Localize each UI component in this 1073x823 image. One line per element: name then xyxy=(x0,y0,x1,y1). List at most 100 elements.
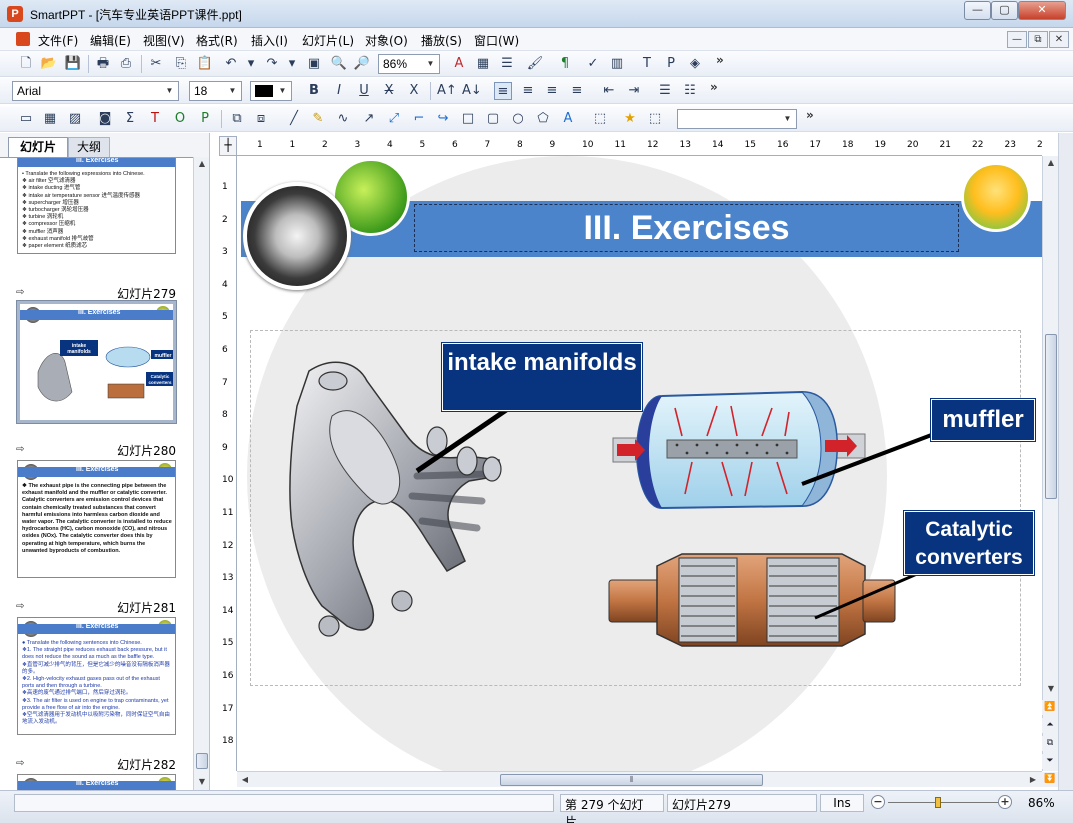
zoom-slider-knob[interactable] xyxy=(934,797,941,808)
more-chevron-icon[interactable]: » xyxy=(806,108,814,122)
print-icon[interactable]: 🖶 xyxy=(94,55,112,73)
font-name-combo[interactable]: Arial ▼ xyxy=(12,81,179,101)
menu-view[interactable]: 视图(V) xyxy=(143,32,185,49)
slide-thumbnail[interactable]: III. Exercises ● Translate the following… xyxy=(17,617,176,735)
transition-icon[interactable]: ⇨ xyxy=(16,601,24,612)
autoshape-icon[interactable]: ⬠ xyxy=(534,110,552,128)
scroll-down-icon[interactable]: ▼ xyxy=(1044,682,1058,696)
paragraph-mark-icon[interactable]: ¶ xyxy=(556,55,574,73)
mdi-restore-button[interactable]: ⧉ xyxy=(1028,31,1048,48)
chart-icon[interactable]: ▥ xyxy=(608,55,626,73)
elbow-connector-icon[interactable]: ⌐ xyxy=(410,110,428,128)
redo-icon[interactable]: ↷ xyxy=(263,55,281,73)
zoom-combo[interactable]: 86% ▼ xyxy=(378,54,440,74)
next-slide-icon[interactable]: ⏷ xyxy=(1042,754,1058,769)
previous-slide-icon[interactable]: ⏶ xyxy=(1042,718,1058,733)
picture-placeholder-icon[interactable]: P xyxy=(196,110,214,128)
star-effect-icon[interactable]: ★ xyxy=(621,110,639,128)
clear-format-icon[interactable]: X xyxy=(405,82,423,100)
save-icon[interactable]: 💾 xyxy=(64,55,82,73)
scrollbar-thumb[interactable] xyxy=(1045,334,1057,499)
menu-file[interactable]: 文件(F) xyxy=(38,32,78,49)
decrease-font-icon[interactable]: A↓ xyxy=(462,82,482,100)
outline-placeholder-icon[interactable]: O xyxy=(171,110,189,128)
chevron-down-icon[interactable]: ▼ xyxy=(424,57,437,71)
object-icon[interactable]: ◈ xyxy=(686,55,704,73)
mdi-minimize-button[interactable]: — xyxy=(1007,31,1027,48)
thumbnail-scrollbar[interactable]: ▲ ▼ xyxy=(193,157,209,790)
paste-icon[interactable]: 📋 xyxy=(196,55,214,73)
slide-thumbnail[interactable]: III. Exercises ❖ The exhaust pipe is the… xyxy=(17,460,176,578)
open-folder-icon[interactable]: 📂 xyxy=(40,55,58,73)
minimize-button[interactable]: — xyxy=(964,1,991,20)
status-insert-mode[interactable]: Ins xyxy=(820,794,864,812)
menu-play[interactable]: 播放(S) xyxy=(421,32,462,49)
transition-icon[interactable]: ⇨ xyxy=(16,287,24,298)
more-chevron-icon[interactable]: » xyxy=(716,53,724,67)
table-frame-icon[interactable]: ▦ xyxy=(41,110,59,128)
slide-thumbnail-selected[interactable]: III. Exercises intake manifolds muffler … xyxy=(16,300,177,424)
italic-icon[interactable]: I xyxy=(330,82,348,100)
chevron-down-icon[interactable]: ▼ xyxy=(781,112,794,126)
align-left-icon[interactable]: ≡ xyxy=(494,82,512,100)
spell-check-icon[interactable]: ✓ xyxy=(584,55,602,73)
first-slide-icon[interactable]: ⏫ xyxy=(1042,700,1058,715)
zoom-page-icon[interactable]: 🔍 xyxy=(330,55,348,73)
select-tool-icon[interactable]: ⬚ xyxy=(591,110,609,128)
tab-slides[interactable]: 幻灯片 xyxy=(8,137,68,157)
chevron-down-icon[interactable]: ▼ xyxy=(276,84,289,98)
scroll-up-icon[interactable]: ▲ xyxy=(1044,156,1058,170)
menu-insert[interactable]: 插入(I) xyxy=(251,32,288,49)
slide-vertical-scrollbar[interactable]: ▲ ▼ xyxy=(1042,156,1058,771)
action-settings-icon[interactable]: ⬚ xyxy=(646,110,664,128)
scrollbar-thumb[interactable] xyxy=(196,753,208,769)
rectangle-tool-icon[interactable]: □ xyxy=(459,110,477,128)
slide-horizontal-scrollbar[interactable]: ◀ ⦀ ▶ xyxy=(237,771,1042,787)
copy-icon[interactable]: ⎘ xyxy=(172,55,190,73)
align-right-icon[interactable]: ≡ xyxy=(543,82,561,100)
image-frame-icon[interactable]: ▨ xyxy=(66,110,84,128)
justify-icon[interactable]: ≡ xyxy=(568,82,586,100)
undo-dropdown-icon[interactable]: ▾ xyxy=(242,55,260,73)
actual-size-icon[interactable]: ▣ xyxy=(305,55,323,73)
curve-tool-icon[interactable]: ∿ xyxy=(334,110,352,128)
mdi-close-button[interactable]: ✕ xyxy=(1049,31,1069,48)
pdf-icon[interactable]: ⎙ xyxy=(117,55,135,73)
transition-icon[interactable]: ⇨ xyxy=(16,758,24,769)
redo-dropdown-icon[interactable]: ▾ xyxy=(283,55,301,73)
scroll-up-icon[interactable]: ▲ xyxy=(195,157,209,171)
decrease-indent-icon[interactable]: ⇤ xyxy=(600,82,618,100)
menu-object[interactable]: 对象(O) xyxy=(365,32,408,49)
bullets-icon[interactable]: ☰ xyxy=(656,82,674,100)
more-chevron-icon[interactable]: » xyxy=(710,80,718,94)
right-dock-strip[interactable] xyxy=(1058,133,1073,790)
select-object-icon[interactable]: ⧉ xyxy=(1042,736,1058,751)
cut-icon[interactable]: ✂ xyxy=(147,55,165,73)
menu-window[interactable]: 窗口(W) xyxy=(474,32,519,49)
maximize-button[interactable]: ▢ xyxy=(991,1,1018,20)
last-slide-icon[interactable]: ⏬ xyxy=(1042,772,1058,787)
curved-connector-icon[interactable]: ↪ xyxy=(434,110,452,128)
arrow-tool-icon[interactable]: ↗ xyxy=(360,110,378,128)
ungroup-icon[interactable]: ⧈ xyxy=(252,110,270,128)
menu-slide[interactable]: 幻灯片(L) xyxy=(302,32,354,49)
ellipse-tool-icon[interactable]: ○ xyxy=(509,110,527,128)
close-button[interactable]: ✕ xyxy=(1018,1,1066,20)
new-document-icon[interactable]: 🗋 xyxy=(17,55,35,73)
undo-icon[interactable]: ↶ xyxy=(222,55,240,73)
tab-outline[interactable]: 大纲 xyxy=(68,137,110,157)
connector-tool-icon[interactable]: ⤢ xyxy=(385,110,403,128)
picture-icon[interactable]: P xyxy=(662,55,680,73)
text-color-icon[interactable]: A xyxy=(450,55,468,73)
label-catalytic-converters[interactable]: Catalytic converters xyxy=(903,510,1035,576)
font-color-combo[interactable]: ▼ xyxy=(250,81,292,101)
menu-edit[interactable]: 编辑(E) xyxy=(90,32,131,49)
bold-icon[interactable]: B xyxy=(305,82,323,100)
zoom-slider-track[interactable] xyxy=(888,802,998,803)
chevron-down-icon[interactable]: ▼ xyxy=(226,84,239,98)
ole-object-icon[interactable]: ◙ xyxy=(96,110,114,128)
chevron-down-icon[interactable]: ▼ xyxy=(163,84,176,98)
text-box-icon[interactable]: T xyxy=(638,55,656,73)
slide-thumbnail[interactable]: III. Exercises xyxy=(17,774,176,790)
document-icon[interactable] xyxy=(16,32,30,46)
